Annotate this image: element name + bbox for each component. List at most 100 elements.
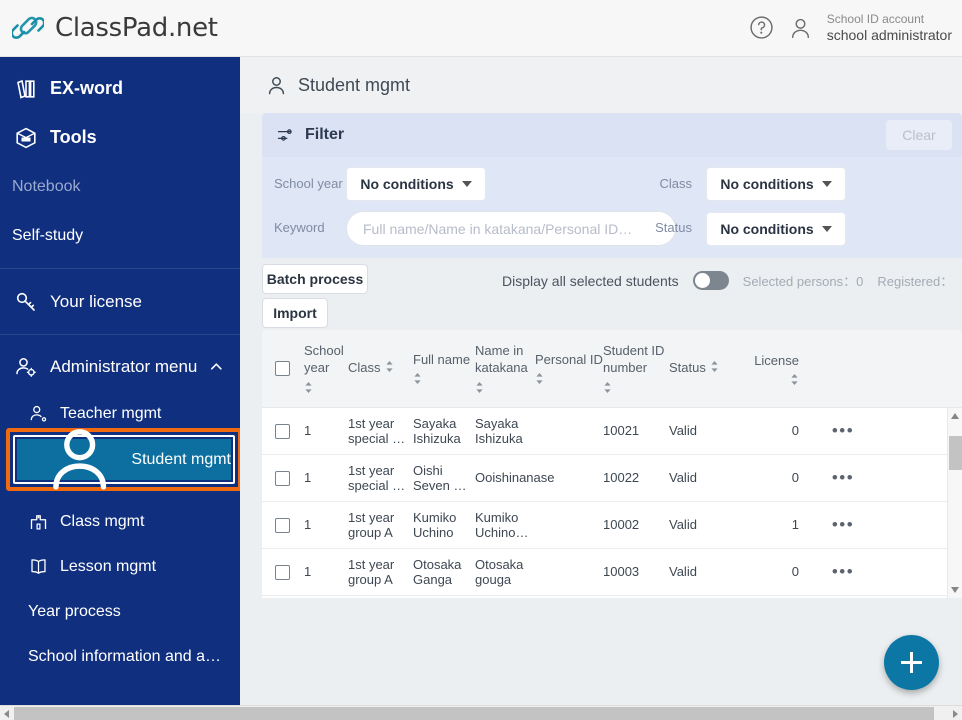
cell-student-id: 10022 bbox=[603, 470, 640, 486]
question-circle-icon[interactable] bbox=[749, 15, 774, 40]
key-icon bbox=[16, 292, 35, 311]
keyword-input[interactable] bbox=[346, 211, 676, 246]
row-checkbox[interactable] bbox=[274, 470, 290, 486]
sidebar-item-administrator-menu[interactable]: Administrator menu bbox=[0, 342, 240, 391]
sidebar-item-class-mgmt[interactable]: Class mgmt bbox=[0, 499, 240, 544]
cell-student-id: 10003 bbox=[603, 564, 640, 580]
sidebar-item-self-study[interactable]: Self-study bbox=[0, 211, 240, 260]
sidebar-item-ex-word[interactable]: EX-word bbox=[0, 64, 240, 113]
toolbar-right: Display all selected students Selected p… bbox=[502, 271, 953, 290]
row-checkbox[interactable] bbox=[274, 423, 290, 439]
cell-school-year: 1 bbox=[304, 564, 312, 580]
sidebar-item-school-information[interactable]: School information and a… bbox=[0, 634, 240, 679]
toggle-knob bbox=[694, 273, 710, 288]
cell-full-name: Otosaka Ganga bbox=[413, 556, 462, 587]
vertical-scroll-thumb[interactable] bbox=[949, 436, 962, 470]
account-block[interactable]: School ID account school administrator bbox=[827, 12, 952, 43]
chevron-up-icon[interactable] bbox=[209, 359, 224, 375]
person-icon bbox=[268, 76, 285, 94]
cell-katakana: Otosaka gouga bbox=[475, 556, 524, 587]
person-icon[interactable] bbox=[788, 15, 813, 41]
sidebar-item-student-mgmt[interactable]: Student mgmt bbox=[17, 428, 231, 490]
scroll-up-arrow-icon[interactable] bbox=[951, 413, 959, 419]
table-row[interactable]: 1 1st year group A Kumiko Uchino Kumiko … bbox=[262, 502, 962, 549]
cell-class: 1st year group A bbox=[348, 509, 395, 540]
horizontal-scroll-thumb[interactable] bbox=[14, 707, 934, 720]
select-all-checkbox[interactable] bbox=[274, 361, 290, 376]
header-license-label: License bbox=[754, 352, 799, 368]
header-class[interactable]: Class bbox=[348, 360, 413, 377]
table-row[interactable]: 1 1st year special … Oishi Seven … Ooish… bbox=[262, 455, 962, 502]
filter-bar: Filter Clear bbox=[262, 113, 962, 157]
toolbox-icon bbox=[16, 127, 36, 148]
cell-full-name: Kumiko Uchino bbox=[413, 509, 457, 540]
top-bar-right: School ID account school administrator bbox=[749, 12, 962, 43]
link-chain-icon bbox=[12, 16, 44, 39]
header-personal-id-label: Personal ID bbox=[535, 351, 603, 367]
header-full-name[interactable]: Full name bbox=[413, 352, 475, 386]
display-all-toggle[interactable] bbox=[692, 271, 729, 290]
scroll-left-arrow-icon[interactable] bbox=[4, 710, 9, 718]
sidebar: EX-word Tools Notebook Self-study Your l… bbox=[0, 57, 240, 705]
selected-persons-count: Selected persons：0 bbox=[742, 274, 864, 289]
header-student-id-number[interactable]: Student ID number bbox=[603, 343, 669, 394]
header-name-in-katakana[interactable]: Name in katakana bbox=[475, 343, 535, 394]
table-row[interactable]: 1 1st year group A Otosaka Ganga Otosaka… bbox=[262, 549, 962, 596]
sidebar-label-school-information: School information and a… bbox=[28, 647, 221, 665]
table-row[interactable]: 1 1st year special … Sayaka Ishizuka Say… bbox=[262, 408, 962, 455]
cell-school-year: 1 bbox=[304, 423, 312, 439]
batch-process-button[interactable]: Batch process bbox=[262, 264, 368, 294]
row-actions-menu[interactable]: ••• bbox=[832, 515, 854, 534]
sort-arrows-icon bbox=[791, 374, 798, 386]
sidebar-label-ex-word: EX-word bbox=[50, 78, 124, 98]
page-horizontal-scrollbar[interactable] bbox=[0, 705, 962, 720]
table-vertical-scrollbar[interactable] bbox=[947, 408, 962, 598]
table-body: 1 1st year special … Sayaka Ishizuka Say… bbox=[262, 408, 962, 598]
cell-status: Valid bbox=[669, 470, 697, 486]
row-actions-menu[interactable]: ••• bbox=[832, 421, 854, 440]
cell-license: 0 bbox=[791, 564, 799, 580]
row-checkbox[interactable] bbox=[274, 517, 290, 533]
school-year-dropdown[interactable]: No conditions bbox=[346, 167, 486, 201]
cell-class: 1st year special … bbox=[348, 415, 406, 446]
header-license[interactable]: License bbox=[743, 351, 817, 387]
sidebar-label-notebook: Notebook bbox=[12, 177, 81, 195]
import-button[interactable]: Import bbox=[262, 298, 328, 328]
add-student-fab[interactable] bbox=[884, 635, 939, 690]
status-dropdown[interactable]: No conditions bbox=[706, 211, 846, 246]
sidebar-item-year-process[interactable]: Year process bbox=[0, 589, 240, 634]
cell-class: 1st year group A bbox=[348, 556, 395, 587]
scroll-down-arrow-icon[interactable] bbox=[951, 587, 959, 593]
sidebar-label-your-license: Your license bbox=[50, 291, 142, 311]
row-checkbox[interactable] bbox=[274, 564, 290, 580]
annotation-inner-border: Student mgmt bbox=[13, 428, 235, 490]
student-person-icon bbox=[53, 428, 107, 490]
cell-license: 0 bbox=[791, 423, 799, 439]
action-toolbar: Batch process Import Display all selecte… bbox=[262, 258, 962, 330]
select-all-cell bbox=[262, 361, 302, 376]
sidebar-label-year-process: Year process bbox=[28, 602, 121, 620]
sidebar-item-your-license[interactable]: Your license bbox=[0, 277, 240, 326]
filter-card: Filter Clear School year No conditions C… bbox=[262, 113, 962, 258]
row-actions-menu[interactable]: ••• bbox=[832, 562, 854, 581]
header-personal-id[interactable]: Personal ID bbox=[535, 352, 603, 386]
brand[interactable]: ClassPad.net bbox=[0, 12, 218, 44]
cell-katakana: Ooishinanase bbox=[475, 470, 555, 486]
sidebar-item-notebook[interactable]: Notebook bbox=[0, 162, 240, 211]
row-actions-menu[interactable]: ••• bbox=[832, 468, 854, 487]
cell-status: Valid bbox=[669, 517, 697, 533]
sidebar-item-lesson-mgmt[interactable]: Lesson mgmt bbox=[0, 544, 240, 589]
cell-class: 1st year special … bbox=[348, 462, 406, 493]
brand-name: ClassPad.net bbox=[55, 13, 218, 43]
school-building-icon bbox=[30, 515, 47, 530]
header-status[interactable]: Status bbox=[669, 360, 743, 377]
header-school-year[interactable]: School year bbox=[302, 343, 348, 394]
table-header-row: School year Class Full name Name in kata… bbox=[262, 330, 962, 408]
sidebar-item-tools[interactable]: Tools bbox=[0, 113, 240, 162]
chevron-down-icon bbox=[821, 181, 832, 187]
page-header: Student mgmt bbox=[240, 57, 962, 113]
clear-filter-button[interactable]: Clear bbox=[886, 120, 952, 150]
scroll-right-arrow-icon[interactable] bbox=[953, 710, 958, 718]
sort-arrows-icon bbox=[414, 373, 421, 385]
class-dropdown[interactable]: No conditions bbox=[706, 167, 846, 201]
